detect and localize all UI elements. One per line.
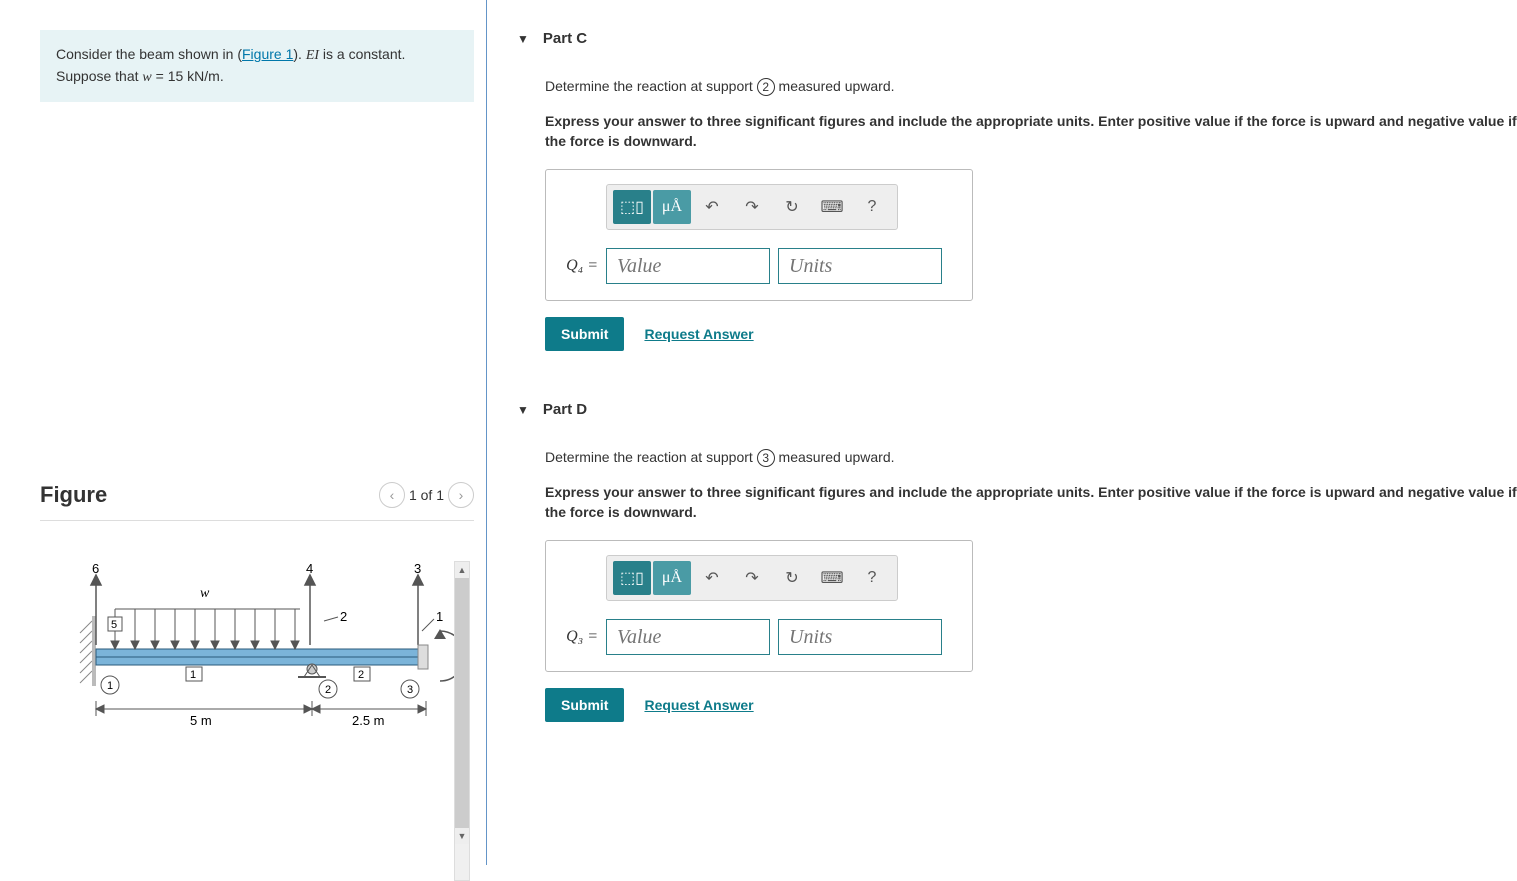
part-d-header[interactable]: ▼ Part D	[517, 401, 1517, 418]
answer-toolbar: ⬚▯ μÅ ↶ ↷ ↻ ⌨ ?	[606, 184, 898, 230]
svg-text:6: 6	[92, 561, 99, 576]
keyboard-button[interactable]: ⌨	[813, 190, 851, 224]
pager-prev-button[interactable]: ‹	[379, 482, 405, 508]
left-panel: Consider the beam shown in (Figure 1). E…	[0, 0, 486, 865]
part-d-hint: Express your answer to three significant…	[545, 482, 1517, 523]
scroll-down-button[interactable]: ▼	[455, 828, 469, 844]
figure-section: Figure ‹ 1 of 1 ›	[40, 482, 474, 881]
templates-button[interactable]: ⬚▯	[613, 190, 651, 224]
svg-text:1: 1	[436, 609, 443, 624]
value-input[interactable]	[606, 619, 770, 655]
problem-text: .	[220, 68, 224, 84]
greek-button[interactable]: μÅ	[653, 190, 691, 224]
redo-button[interactable]: ↷	[733, 190, 771, 224]
reset-button[interactable]: ↻	[773, 190, 811, 224]
collapse-caret-icon: ▼	[517, 32, 529, 46]
part-c-answer-box: ⬚▯ μÅ ↶ ↷ ↻ ⌨ ? Q₄ =	[545, 169, 973, 301]
scroll-thumb[interactable]	[455, 578, 469, 828]
svg-text:5 m: 5 m	[190, 713, 212, 728]
ei-var: EI	[306, 48, 319, 63]
pager-next-button[interactable]: ›	[448, 482, 474, 508]
load-w-label: w	[200, 586, 210, 601]
figure-link[interactable]: Figure 1	[242, 46, 293, 62]
svg-text:2: 2	[340, 609, 347, 624]
svg-text:2: 2	[358, 669, 364, 681]
part-d-title: Part D	[543, 401, 587, 418]
help-button[interactable]: ?	[853, 561, 891, 595]
part-c-title: Part C	[543, 30, 587, 47]
part-c-prompt: Determine the reaction at support 2 meas…	[545, 77, 1517, 97]
units-input[interactable]	[778, 248, 942, 284]
svg-text:5: 5	[111, 619, 117, 631]
part-c-hint: Express your answer to three significant…	[545, 111, 1517, 152]
request-answer-link[interactable]: Request Answer	[644, 326, 753, 342]
problem-text: = 15	[152, 68, 187, 84]
figure-divider	[40, 520, 474, 521]
undo-button[interactable]: ↶	[693, 561, 731, 595]
undo-button[interactable]: ↶	[693, 190, 731, 224]
svg-text:3: 3	[414, 561, 421, 576]
problem-statement: Consider the beam shown in (Figure 1). E…	[40, 30, 474, 102]
keyboard-button[interactable]: ⌨	[813, 561, 851, 595]
support-2-icon: 2	[757, 78, 775, 96]
unit-text: kN/m	[187, 68, 220, 84]
w-var: w	[142, 70, 151, 85]
redo-button[interactable]: ↷	[733, 561, 771, 595]
figure-title: Figure	[40, 482, 107, 508]
figure-viewport: w 6 4 3 5 2	[40, 561, 474, 881]
svg-text:1: 1	[107, 680, 113, 692]
problem-text: ).	[293, 46, 305, 62]
reset-button[interactable]: ↻	[773, 561, 811, 595]
part-c: ▼ Part C Determine the reaction at suppo…	[517, 30, 1517, 351]
help-button[interactable]: ?	[853, 190, 891, 224]
support-3-icon: 3	[757, 449, 775, 467]
part-d: ▼ Part D Determine the reaction at suppo…	[517, 401, 1517, 722]
figure-scrollbar[interactable]: ▲ ▼	[454, 561, 470, 881]
part-c-header[interactable]: ▼ Part C	[517, 30, 1517, 47]
svg-text:2: 2	[325, 684, 331, 696]
submit-button[interactable]: Submit	[545, 317, 624, 351]
beam-diagram: w 6 4 3 5 2	[60, 561, 460, 761]
part-d-answer-box: ⬚▯ μÅ ↶ ↷ ↻ ⌨ ? Q₃ =	[545, 540, 973, 672]
svg-text:3: 3	[407, 684, 413, 696]
q4-label: Q₄ =	[558, 257, 598, 275]
answer-toolbar: ⬚▯ μÅ ↶ ↷ ↻ ⌨ ?	[606, 555, 898, 601]
request-answer-link[interactable]: Request Answer	[644, 697, 753, 713]
figure-pager: ‹ 1 of 1 ›	[379, 482, 474, 508]
templates-button[interactable]: ⬚▯	[613, 561, 651, 595]
part-d-prompt: Determine the reaction at support 3 meas…	[545, 448, 1517, 468]
value-input[interactable]	[606, 248, 770, 284]
submit-button[interactable]: Submit	[545, 688, 624, 722]
collapse-caret-icon: ▼	[517, 403, 529, 417]
q3-label: Q₃ =	[558, 628, 598, 646]
right-panel: ▼ Part C Determine the reaction at suppo…	[487, 0, 1517, 865]
units-input[interactable]	[778, 619, 942, 655]
svg-text:4: 4	[306, 561, 313, 576]
scroll-up-button[interactable]: ▲	[455, 562, 469, 578]
svg-text:1: 1	[190, 669, 196, 681]
pager-label: 1 of 1	[409, 487, 444, 503]
greek-button[interactable]: μÅ	[653, 561, 691, 595]
svg-text:2.5 m: 2.5 m	[352, 713, 385, 728]
problem-text: Consider the beam shown in (	[56, 46, 242, 62]
